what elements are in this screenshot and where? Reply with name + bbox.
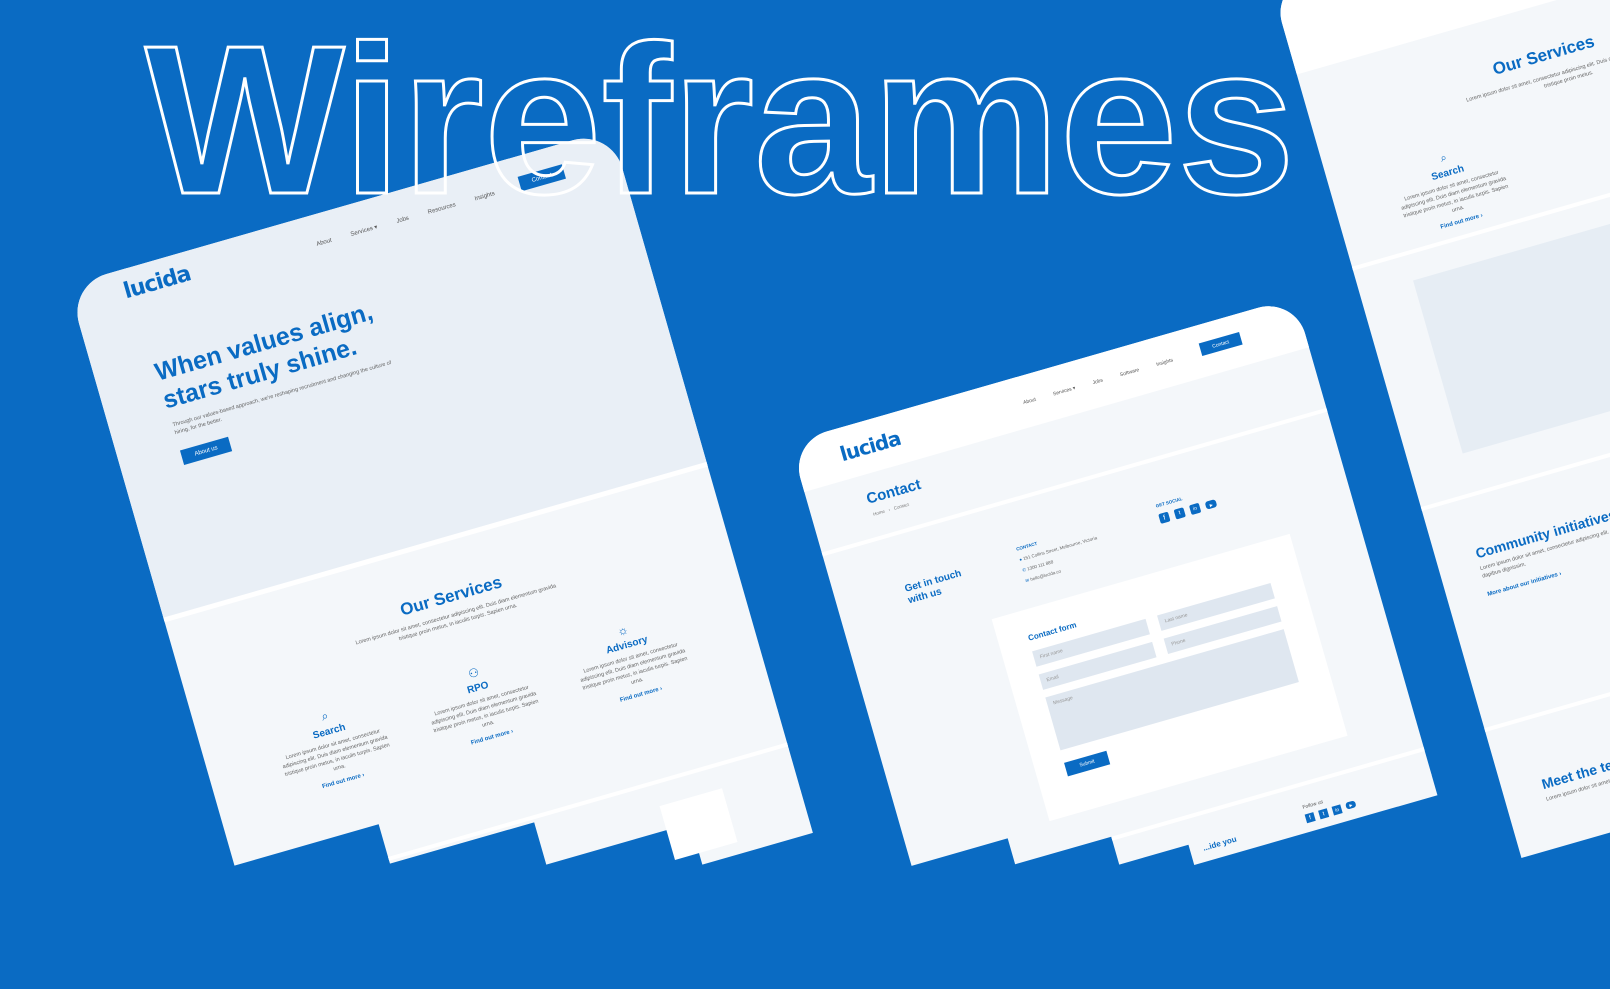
wireframes-headline: Wireframes: [144, 0, 1297, 240]
headline-text: Wireframes: [145, 1, 1295, 238]
